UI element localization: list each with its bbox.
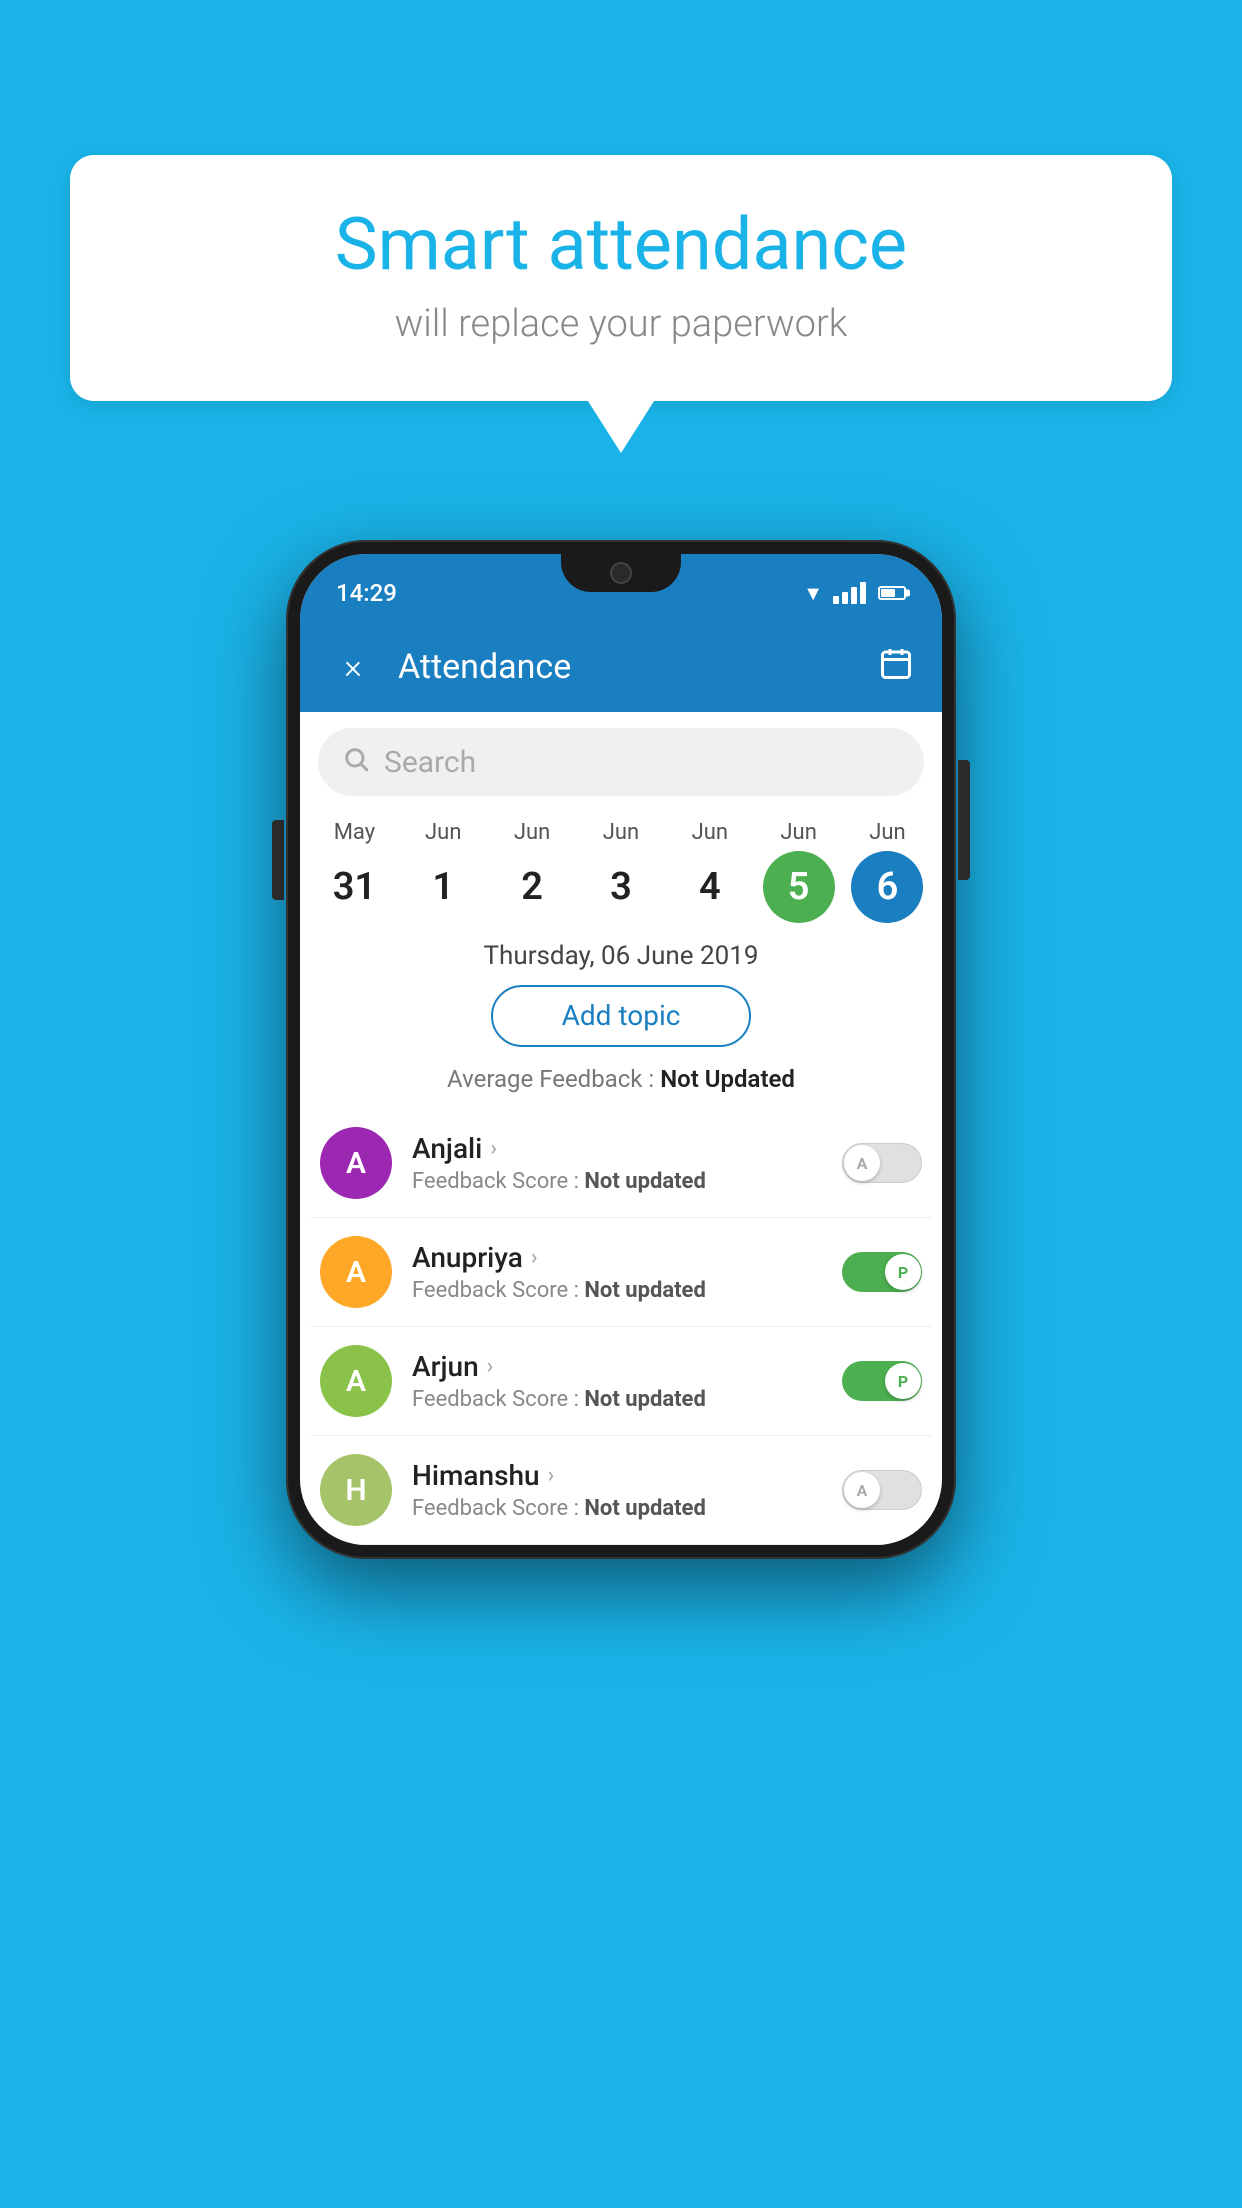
bubble-subtitle: will replace your paperwork bbox=[130, 302, 1112, 346]
speech-bubble-container: Smart attendance will replace your paper… bbox=[70, 155, 1172, 401]
cal-date-number[interactable]: 2 bbox=[496, 851, 568, 923]
chevron-right-icon: › bbox=[531, 1245, 538, 1270]
cal-date-number[interactable]: 6 bbox=[851, 851, 923, 923]
search-bar[interactable]: Search bbox=[318, 728, 924, 796]
bubble-title: Smart attendance bbox=[130, 205, 1112, 284]
attendance-toggle[interactable]: A bbox=[842, 1470, 922, 1510]
feedback-score: Feedback Score : Not updated bbox=[412, 1387, 842, 1412]
student-name: Anupriya › bbox=[412, 1241, 842, 1274]
calendar-strip: May 31 Jun 1 Jun 2 Jun 3 Jun 4 Jun 5 Jun 6 bbox=[300, 812, 942, 923]
avatar: A bbox=[320, 1127, 392, 1199]
phone-outer: 14:29 ▼ × Attendance bbox=[286, 540, 956, 1559]
search-icon bbox=[342, 745, 370, 780]
avg-feedback: Average Feedback : Not Updated bbox=[300, 1065, 942, 1093]
status-icons: ▼ bbox=[803, 581, 906, 606]
avatar: A bbox=[320, 1236, 392, 1308]
calendar-day[interactable]: Jun 2 bbox=[492, 820, 572, 923]
cal-month-label: Jun bbox=[847, 820, 927, 845]
feedback-score: Feedback Score : Not updated bbox=[412, 1278, 842, 1303]
chevron-right-icon: › bbox=[487, 1354, 494, 1379]
avg-feedback-label: Average Feedback : bbox=[447, 1065, 660, 1093]
chevron-right-icon: › bbox=[490, 1136, 497, 1161]
student-item[interactable]: H Himanshu › Feedback Score : Not updatedA bbox=[310, 1436, 932, 1545]
student-info: Arjun › Feedback Score : Not updated bbox=[412, 1350, 842, 1412]
attendance-toggle[interactable]: A bbox=[842, 1143, 922, 1183]
attendance-toggle[interactable]: P bbox=[842, 1361, 922, 1401]
student-name: Himanshu › bbox=[412, 1459, 842, 1492]
cal-month-label: Jun bbox=[403, 820, 483, 845]
selected-date-label: Thursday, 06 June 2019 bbox=[300, 941, 942, 971]
student-item[interactable]: A Anupriya › Feedback Score : Not updated P bbox=[310, 1218, 932, 1327]
feedback-score: Feedback Score : Not updated bbox=[412, 1169, 842, 1194]
phone-wrapper: 14:29 ▼ × Attendance bbox=[286, 540, 956, 1559]
camera bbox=[610, 562, 632, 584]
avg-feedback-value: Not Updated bbox=[660, 1065, 795, 1093]
search-input[interactable]: Search bbox=[384, 745, 900, 780]
feedback-score: Feedback Score : Not updated bbox=[412, 1496, 842, 1521]
cal-date-number[interactable]: 4 bbox=[674, 851, 746, 923]
calendar-day[interactable]: Jun 3 bbox=[581, 820, 661, 923]
chevron-right-icon: › bbox=[548, 1463, 555, 1488]
status-time: 14:29 bbox=[336, 579, 397, 607]
attendance-toggle[interactable]: P bbox=[842, 1252, 922, 1292]
close-button[interactable]: × bbox=[328, 647, 378, 687]
phone-screen: 14:29 ▼ × Attendance bbox=[300, 554, 942, 1545]
notch bbox=[561, 554, 681, 592]
calendar-day[interactable]: Jun 5 bbox=[759, 820, 839, 923]
status-bar: 14:29 ▼ bbox=[300, 554, 942, 622]
cal-month-label: Jun bbox=[492, 820, 572, 845]
avatar: H bbox=[320, 1454, 392, 1526]
calendar-day[interactable]: May 31 bbox=[314, 820, 394, 923]
calendar-icon[interactable] bbox=[878, 646, 914, 689]
app-bar: × Attendance bbox=[300, 622, 942, 712]
cal-month-label: Jun bbox=[759, 820, 839, 845]
wifi-icon: ▼ bbox=[803, 581, 823, 606]
toggle-knob: A bbox=[844, 1472, 880, 1508]
calendar-day[interactable]: Jun 1 bbox=[403, 820, 483, 923]
battery-icon bbox=[878, 586, 906, 600]
app-title: Attendance bbox=[398, 647, 878, 687]
cal-month-label: Jun bbox=[581, 820, 661, 845]
add-topic-button[interactable]: Add topic bbox=[491, 985, 751, 1047]
cal-month-label: Jun bbox=[670, 820, 750, 845]
student-item[interactable]: AAnjali ›Feedback Score : Not updatedA bbox=[310, 1109, 932, 1218]
student-info: Himanshu › Feedback Score : Not updated bbox=[412, 1459, 842, 1521]
student-name: Anjali › bbox=[412, 1132, 842, 1165]
toggle-knob: P bbox=[885, 1363, 921, 1399]
signal-bars bbox=[833, 582, 866, 604]
cal-month-label: May bbox=[314, 820, 394, 845]
avatar: A bbox=[320, 1345, 392, 1417]
cal-date-number[interactable]: 3 bbox=[585, 851, 657, 923]
cal-date-number[interactable]: 1 bbox=[407, 851, 479, 923]
student-info: Anupriya › Feedback Score : Not updated bbox=[412, 1241, 842, 1303]
student-list: AAnjali ›Feedback Score : Not updatedAAA… bbox=[300, 1109, 942, 1545]
student-info: Anjali › Feedback Score : Not updated bbox=[412, 1132, 842, 1194]
toggle-knob: A bbox=[844, 1145, 880, 1181]
cal-date-number[interactable]: 31 bbox=[318, 851, 390, 923]
cal-date-number[interactable]: 5 bbox=[763, 851, 835, 923]
speech-bubble: Smart attendance will replace your paper… bbox=[70, 155, 1172, 401]
calendar-day[interactable]: Jun 6 bbox=[847, 820, 927, 923]
student-name: Arjun › bbox=[412, 1350, 842, 1383]
student-item[interactable]: A Arjun › Feedback Score : Not updated P bbox=[310, 1327, 932, 1436]
toggle-knob: P bbox=[885, 1254, 921, 1290]
calendar-day[interactable]: Jun 4 bbox=[670, 820, 750, 923]
